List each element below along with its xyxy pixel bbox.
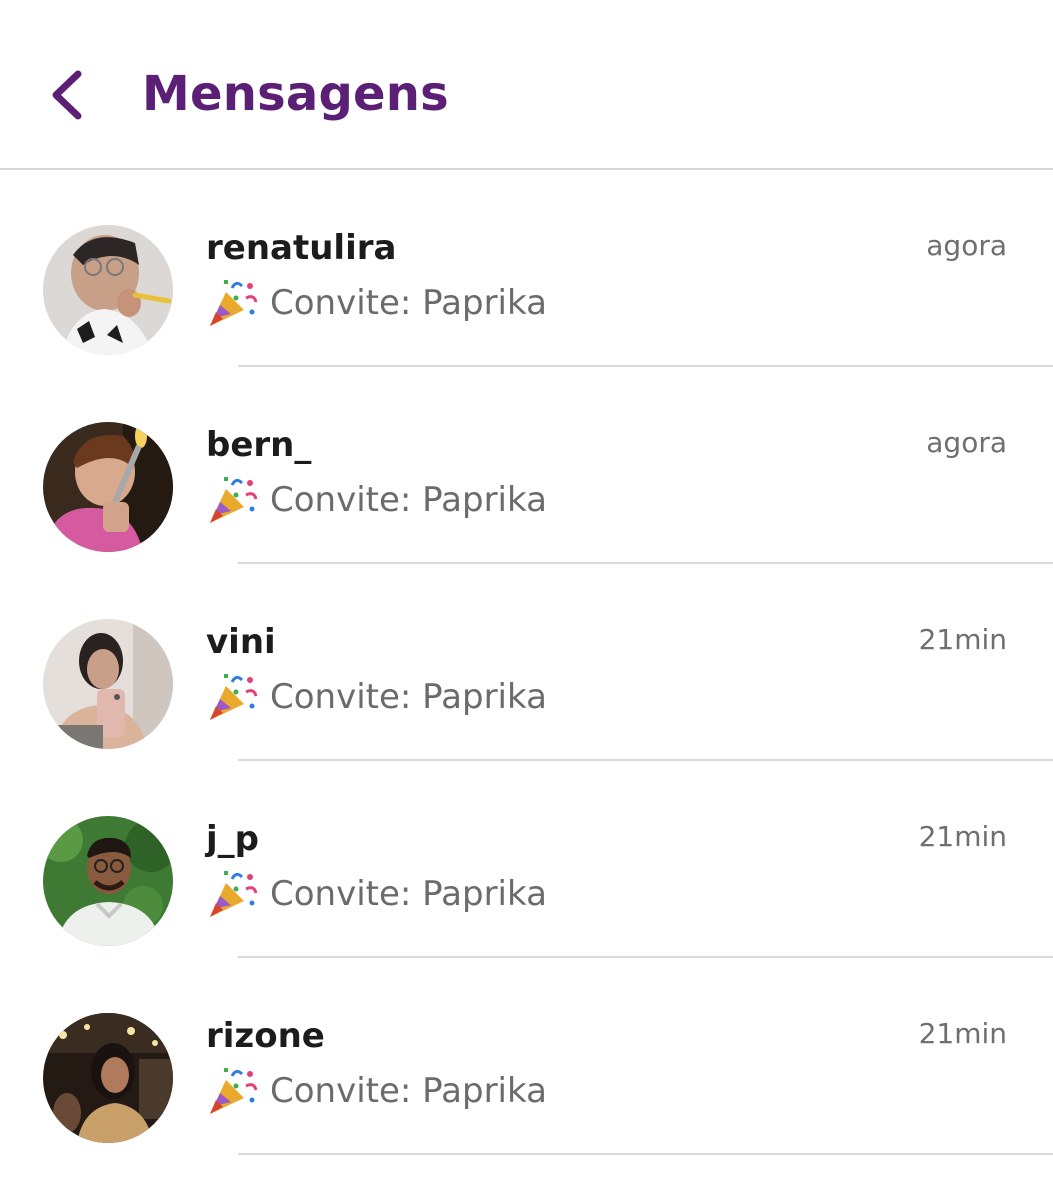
conversation-time: 21min — [918, 623, 1007, 656]
conversation-username: rizone — [206, 1016, 325, 1056]
chevron-left-icon — [52, 70, 82, 120]
party-popper-icon — [210, 871, 258, 917]
conversation-time: 21min — [918, 1017, 1007, 1050]
party-popper-icon — [210, 1068, 258, 1114]
preview-text: Convite: Paprika — [270, 874, 547, 914]
page-title: Mensagens — [142, 66, 449, 122]
conversation-time: agora — [926, 426, 1007, 459]
divider — [238, 1153, 1053, 1155]
party-popper-icon — [210, 674, 258, 720]
preview-text: Convite: Paprika — [270, 677, 547, 717]
avatar — [43, 225, 173, 355]
party-popper-icon — [210, 280, 258, 326]
preview-text: Convite: Paprika — [270, 480, 547, 520]
conversation-item-rizone[interactable]: rizone 21min Convite: Paprika — [0, 958, 1053, 1155]
preview-text: Convite: Paprika — [270, 283, 547, 323]
avatar — [43, 816, 173, 946]
header-bar: Mensagens — [0, 0, 1053, 170]
conversation-item-renatulira[interactable]: renatulira agora Convite: Paprika — [0, 170, 1053, 367]
conversation-item-bern[interactable]: bern_ agora Convite: Paprika — [0, 367, 1053, 564]
messages-screen: Mensagens renatulira agora Convite: Papr… — [0, 0, 1053, 1200]
conversation-username: j_p — [206, 819, 259, 859]
back-button[interactable] — [38, 60, 102, 130]
conversation-item-j-p[interactable]: j_p 21min Convite: Paprika — [0, 761, 1053, 958]
party-popper-icon — [210, 477, 258, 523]
conversation-list: renatulira agora Convite: Paprika bern_ … — [0, 170, 1053, 1200]
preview-text: Convite: Paprika — [270, 1071, 547, 1111]
conversation-username: bern_ — [206, 425, 312, 465]
conversation-time: agora — [926, 229, 1007, 262]
avatar — [43, 619, 173, 749]
avatar — [43, 422, 173, 552]
conversation-time: 21min — [918, 820, 1007, 853]
avatar — [43, 1013, 173, 1143]
conversation-username: renatulira — [206, 228, 397, 268]
conversation-item-vini[interactable]: vini 21min Convite: Paprika — [0, 564, 1053, 761]
conversation-username: vini — [206, 622, 276, 662]
